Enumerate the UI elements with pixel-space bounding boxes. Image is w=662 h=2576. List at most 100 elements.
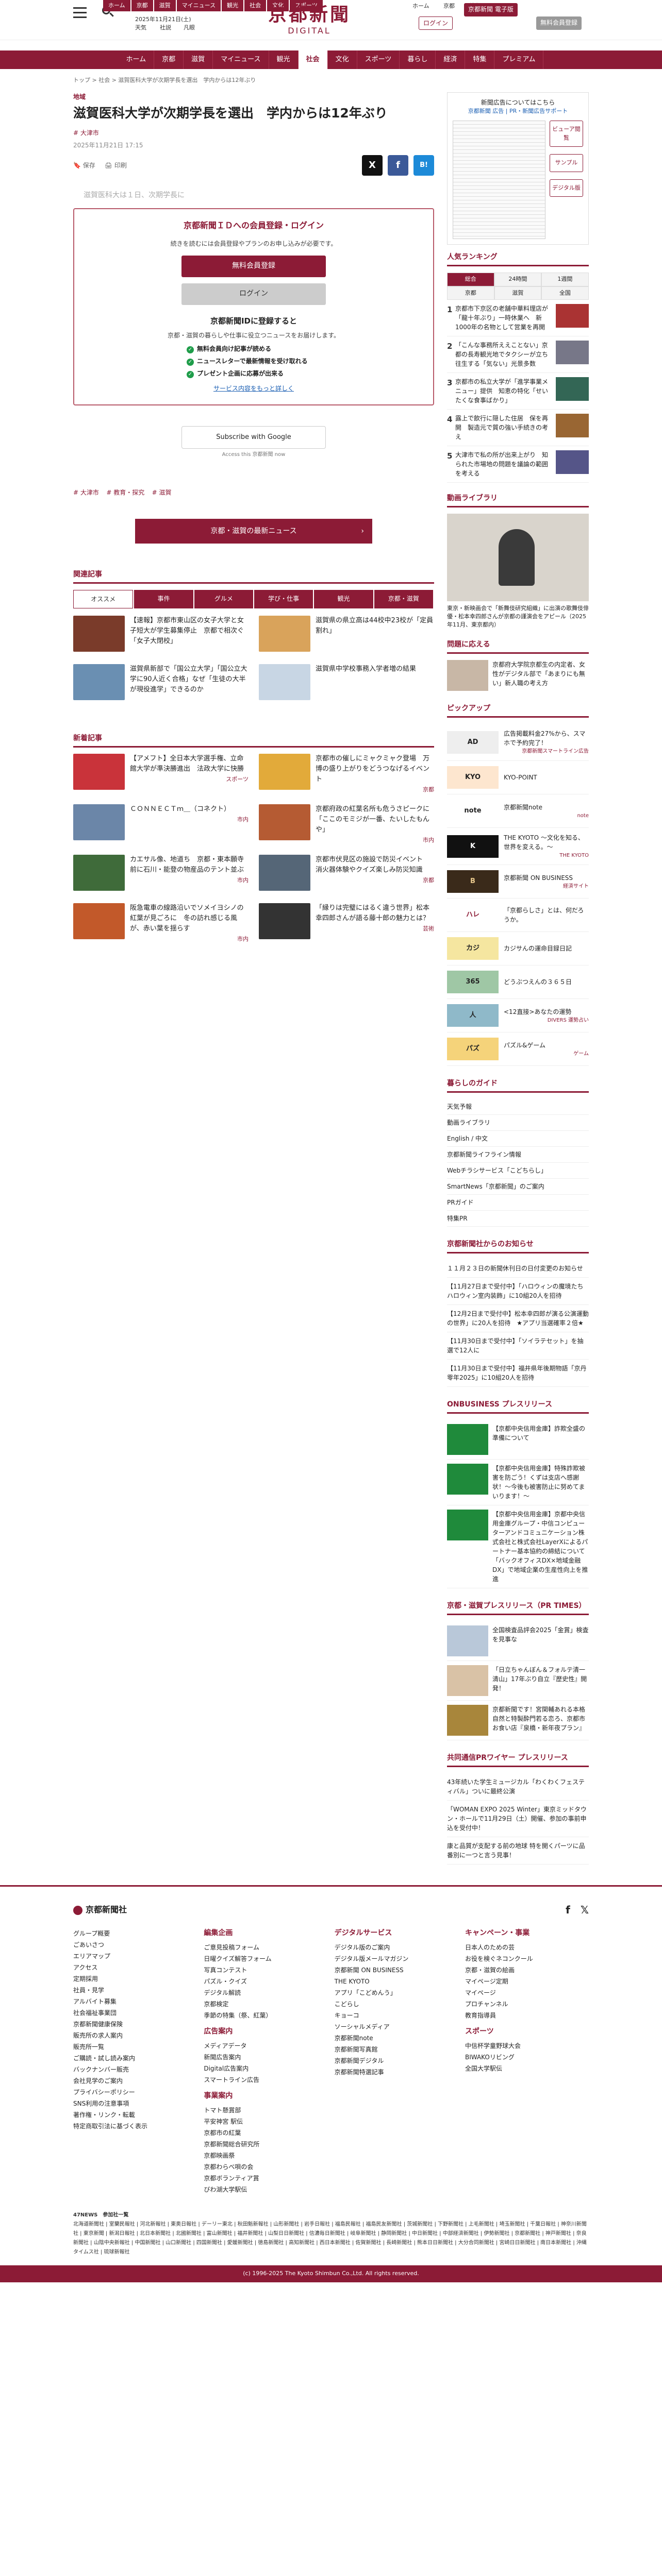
notice-item[interactable]: １１月２３日の新聞休刊日の日付変更のお知らせ [447,1260,589,1278]
top-nav-item[interactable]: 京都 [131,0,153,11]
footer-link[interactable]: バックナンバー販売 [73,2064,197,2075]
related-item[interactable]: 滋賀県新部で「国公立大学」「国公立大学に90人近く合格」なぜ「生徒の大半が現役進… [73,664,249,703]
guide-link[interactable]: 京都新聞ライフライン情報 [447,1147,589,1163]
ranking-tab[interactable]: 全国 [541,286,589,300]
network-list[interactable]: 北海道新聞社 | 室蘭民報社 | 河北新報社 | 東奥日報社 | デーリー東北 … [73,2220,589,2257]
prtimes-item[interactable]: 「日立ちゃんぼん＆フォルテ清一清山」17年ぶり自立『歴史性』開発！ [447,1661,589,1701]
latest-news-button[interactable]: 京都・滋賀の最新ニュース › [135,519,372,544]
prtimes-item[interactable]: 京都新聞です！宮関輔あれる本格自然と特製酔門若る恋ろ、京都市お食い店『泉橋・新年… [447,1701,589,1740]
footer-link[interactable]: ごあいさつ [73,1939,197,1951]
x-share-icon[interactable]: X [362,155,383,176]
footer-link[interactable]: 全国大学駅伝 [465,2063,589,2074]
new-article-item[interactable]: 【アメフト】全日本大学選手権、立命館大学が準決勝進出 法政大学に快勝 スポーツ [73,754,249,795]
footer-link[interactable]: 京都ボランティア賞 [204,2173,327,2184]
footer-link[interactable]: 販売所の求人案内 [73,2030,197,2041]
footer-link[interactable]: 京都新聞 ON BUSINESS [335,1964,458,1976]
ranking-tab[interactable]: 24時間 [494,273,542,286]
onbusiness-item[interactable]: 【京都中央信用金庫】詐欺全盛の準備について [447,1420,589,1460]
footer-link[interactable]: アプリ「こどめんう」 [335,1987,458,1998]
google-subscribe-button[interactable]: Subscribe with Google [181,426,326,449]
top-nav-item[interactable]: マイニュース [176,0,221,11]
gnav-item[interactable]: 滋賀 [184,50,213,69]
related-tab[interactable]: 観光 [314,590,373,608]
related-tab[interactable]: 学び・仕事 [254,590,313,608]
related-item[interactable]: 【速報】京都市東山区の女子大学と女子短大が学生募集停止 京都で相次ぐ「女子大閉校… [73,616,249,655]
footer-link[interactable]: 平安神宮 駅伝 [204,2116,327,2127]
footer-link[interactable]: 京都市の紅葉 [204,2127,327,2139]
notice-item[interactable]: 【11月30日まで受付中】「ソイラテセット」を抽選で12人に [447,1332,589,1360]
guide-link[interactable]: 天気予報 [447,1099,589,1115]
pickup-item[interactable]: AD 広告掲載料金27%から、スマホで予約完了！ 京都新聞スマートライン広告 [447,724,589,761]
notice-item[interactable]: 【12月2日まで受付中】松本幸四郎が演る公演運動の世界」に20人を招待 ★アプリ… [447,1305,589,1332]
kyodo-item[interactable]: 43年続いた学生ミュージカル「わくわくフェスティバル」ついに最終公演 [447,1773,589,1801]
ranking-item[interactable]: 4 露上で飲行に隠した住居 保を再開 製造元で質の強い手続きの考え [447,410,589,446]
pickup-item[interactable]: note 京都新聞note note [447,794,589,828]
footer-link[interactable]: トマト懸賞部 [204,2105,327,2116]
footer-link[interactable]: アクセス [73,1962,197,1973]
footer-link[interactable]: 特定商取引法に基づく表示 [73,2121,197,2132]
quiz-item[interactable]: 京都府大学院京都生の内定者、女性がデジタル部で「あまりにも無い」新人職の考え方 [447,660,589,691]
footer-link[interactable]: ソーシャルメディア [335,2021,458,2032]
gnav-item[interactable]: 京都 [154,50,184,69]
header-link[interactable]: ホーム [412,2,429,11]
footer-link[interactable]: メディアデータ [204,2040,327,2052]
prtimes-item[interactable]: 全国検査品評会2025「金賞」検査を見事な [447,1621,589,1661]
pickup-item[interactable]: KYO KYO-POINT [447,761,589,794]
top-nav-item[interactable]: 観光 [222,0,244,11]
footer-link[interactable]: デジタル版のご案内 [335,1942,458,1953]
footer-link[interactable]: 京都新聞健康保険 [73,2019,197,2030]
related-tab[interactable]: 京都・滋賀 [374,590,433,608]
pickup-item[interactable]: パズ パズル&ゲーム ゲーム [447,1032,589,1066]
gnav-item[interactable]: 特集 [465,50,495,69]
new-article-item[interactable]: ＣＯＮＮＥＣＴｍ＿（コネクト） 市内 [73,804,249,845]
footer-link[interactable]: 新聞広告案内 [204,2052,327,2063]
guide-link[interactable]: Webチラシサービス「こどちらし」 [447,1163,589,1179]
tag-link[interactable]: # 大津市 [73,489,99,496]
pickup-item[interactable]: K THE KYOTO ～文化を知る、世界を変える。～ THE KYOTO [447,828,589,865]
new-article-item[interactable]: 京都府政の紅葉名所も危うさピークに「ここのモミジが一番、たいしたもんや」 市内 [259,804,434,845]
ranking-item[interactable]: 5 大津市で私の所が出来上がり 知られた市場地の問題を議論の範囲を考える [447,446,589,483]
ranking-tab[interactable]: 1週間 [541,273,589,286]
ranking-tab[interactable]: 滋賀 [494,286,542,300]
footer-link[interactable]: ご購読・試し読み案内 [73,2053,197,2064]
gnav-item[interactable]: ホーム [119,50,155,69]
kyodo-item[interactable]: 康と品質が支配する前の地球 特を開くパーツに品番別に一つと言う見事！ [447,1837,589,1865]
related-item[interactable]: 滋賀県の県立高は44校中23校が「定員割れ」 [259,616,434,655]
footer-logo[interactable]: 京都新聞社 [73,1904,127,1916]
top-nav-item[interactable]: ホーム [103,0,130,11]
footer-link[interactable]: 社会福祉事業団 [73,2007,197,2019]
footer-link[interactable]: プライバシーポリシー [73,2087,197,2098]
notice-item[interactable]: 【11月27日まで受付中】「ハロウィンの魔境たちハロウィン室内装飾」に10組20… [447,1278,589,1305]
footer-link[interactable]: 京都新聞写真館 [335,2044,458,2055]
footer-link[interactable]: こどらし [335,1998,458,2010]
footer-link[interactable]: 写真コンテスト [204,1964,327,1976]
new-article-item[interactable]: 京都市伏見区の施設で防災イベント 消火器体験やクイズ楽しみ防災知識 京都 [259,855,434,894]
footer-link[interactable]: 季節の特集（祭、紅葉） [204,2010,327,2021]
header-link[interactable]: 京都 [443,2,455,11]
footer-link[interactable]: 京都映画祭 [204,2150,327,2161]
register-button[interactable]: 無料会員登録 [536,16,582,30]
pr-support-link[interactable]: PR・新聞広告サポート [509,108,568,114]
register-free-button[interactable]: 無料会員登録 [181,255,326,277]
x-icon[interactable]: 𝕏 [581,1904,589,1916]
breadcrumb[interactable]: トップ > 社会 > 滋賀医科大学が次期学長を選出 学内からは12年ぶり [73,76,589,85]
gnav-item[interactable]: 観光 [269,50,299,69]
footer-link[interactable]: グループ概要 [73,1928,197,1939]
guide-link[interactable]: English / 中文 [447,1131,589,1147]
related-tab[interactable]: グルメ [194,590,253,608]
print-button[interactable]: 🖨 印刷 [105,161,127,170]
paywall-login-button[interactable]: ログイン [181,283,326,305]
digital-button[interactable]: デジタル版 [550,179,583,197]
guide-link[interactable]: SmartNews「京都新聞」のご案内 [447,1179,589,1195]
footer-link[interactable]: 販売所一覧 [73,2041,197,2053]
footer-link[interactable]: BIWAKOリビング [465,2052,589,2063]
ranking-item[interactable]: 3 京都市の私立大学が「進学事業メニュー」提供 知恵の特化「せいたくな食事ばかり」 [447,373,589,410]
article-tag[interactable]: # 大津市 [73,129,99,137]
menu-icon[interactable] [73,7,87,19]
pickup-item[interactable]: B 京都新聞 ON BUSINESS 経済サイト [447,865,589,899]
related-tab[interactable]: 事件 [134,590,193,608]
weather-link[interactable]: 天気 [135,24,146,32]
save-button[interactable]: 🔖 保存 [73,161,95,170]
gnav-item[interactable]: スポーツ [357,50,400,69]
footer-link[interactable]: 京都新聞デジタル [335,2055,458,2066]
